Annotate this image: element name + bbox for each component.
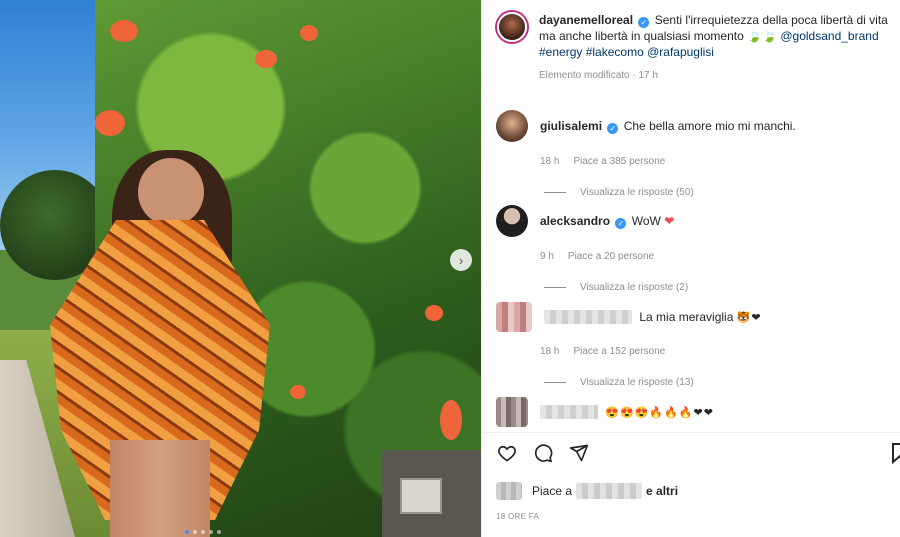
view-replies-button[interactable]: Visualizza le risposte (13) bbox=[544, 377, 890, 388]
comment-bubble-icon[interactable] bbox=[532, 442, 554, 464]
photo-planter-plate bbox=[400, 478, 442, 514]
comment-username[interactable]: giulisalemi bbox=[540, 119, 602, 133]
likes-prefix: Piace a bbox=[532, 484, 573, 498]
carousel-dot bbox=[193, 530, 197, 534]
flower bbox=[255, 50, 277, 68]
caption-body: dayanemelloreal ✓ Senti l'irrequietezza … bbox=[539, 12, 890, 84]
comment-likes[interactable]: Piace a 385 persone bbox=[573, 156, 665, 167]
comment-item: La mia meraviglia 🐯❤ 18 h Piace a 152 pe… bbox=[496, 302, 890, 388]
post-timestamp: 18 ORE FA bbox=[496, 512, 540, 521]
comment-emoji: 🐯❤ bbox=[736, 311, 762, 324]
comment-emoji: ❤ bbox=[664, 214, 675, 228]
flower bbox=[95, 110, 125, 136]
avatar bbox=[496, 482, 522, 500]
flower bbox=[440, 400, 462, 440]
comment-item: 😍😍😍🔥🔥🔥❤❤ bbox=[496, 397, 890, 427]
tag-link[interactable]: #lakecomo bbox=[586, 45, 644, 59]
view-replies-label: Visualizza le risposte (13) bbox=[580, 377, 694, 388]
flower bbox=[300, 25, 318, 41]
replies-line bbox=[544, 382, 566, 383]
carousel-dot bbox=[209, 530, 213, 534]
divider bbox=[482, 432, 900, 433]
bookmark-icon[interactable] bbox=[890, 442, 900, 464]
view-replies-button[interactable]: Visualizza le risposte (50) bbox=[544, 187, 890, 198]
verified-icon: ✓ bbox=[615, 218, 627, 229]
post-photo[interactable]: › bbox=[0, 0, 481, 537]
comments-panel: dayanemelloreal ✓ Senti l'irrequietezza … bbox=[481, 0, 900, 537]
likes-summary[interactable]: Piace a e altri bbox=[496, 482, 678, 500]
carousel-dot bbox=[201, 530, 205, 534]
post-caption: dayanemelloreal ✓ Senti l'irrequietezza … bbox=[496, 12, 890, 84]
comment-item: giulisalemi ✓ Che bella amore mio mi man… bbox=[496, 110, 890, 198]
replies-line bbox=[544, 192, 566, 193]
caption-username[interactable]: dayanemelloreal bbox=[539, 13, 633, 27]
view-replies-label: Visualizza le risposte (50) bbox=[580, 187, 694, 198]
avatar[interactable] bbox=[496, 205, 528, 237]
carousel-dot bbox=[185, 530, 189, 534]
view-replies-label: Visualizza le risposte (2) bbox=[580, 282, 689, 293]
comment-text: WoW bbox=[631, 214, 661, 228]
comment-body: 😍😍😍🔥🔥🔥❤❤ bbox=[540, 404, 714, 421]
post-actions bbox=[496, 442, 900, 464]
carousel-dots bbox=[185, 530, 221, 534]
avatar[interactable] bbox=[496, 110, 528, 142]
comment-likes[interactable]: Piace a 152 persone bbox=[573, 346, 665, 357]
blurred-username[interactable] bbox=[544, 309, 632, 324]
caption-edited: Elemento modificato · 17 h bbox=[539, 70, 658, 81]
comment-text: La mia meraviglia bbox=[639, 309, 734, 324]
flower bbox=[290, 385, 306, 399]
avatar[interactable] bbox=[496, 397, 528, 427]
replies-line bbox=[544, 287, 566, 288]
verified-icon: ✓ bbox=[607, 123, 619, 134]
paper-plane-icon[interactable] bbox=[568, 442, 590, 464]
carousel-dot bbox=[217, 530, 221, 534]
comment-item: alecksandro ✓ WoW ❤ 9 h Piace a 20 perso… bbox=[496, 205, 890, 293]
blurred-username[interactable] bbox=[540, 404, 598, 419]
tag-link[interactable]: @rafapuglisi bbox=[647, 45, 714, 59]
comment-time: 18 h bbox=[540, 156, 560, 167]
likes-suffix: e altri bbox=[646, 484, 679, 498]
photo-person bbox=[40, 140, 280, 537]
flower bbox=[425, 305, 443, 321]
comment-likes[interactable]: Piace a 20 persone bbox=[568, 251, 654, 262]
tag-link[interactable]: #energy bbox=[539, 45, 582, 59]
person-legs bbox=[110, 440, 210, 537]
comment-text: Che bella amore mio mi manchi. bbox=[623, 119, 796, 133]
person-face bbox=[138, 158, 204, 226]
tag-link[interactable]: @goldsand_brand bbox=[780, 29, 878, 43]
comment-username[interactable]: alecksandro bbox=[540, 214, 610, 228]
caption-emoji: 🍃🍃 bbox=[747, 29, 778, 43]
verified-icon: ✓ bbox=[638, 17, 650, 28]
avatar[interactable] bbox=[496, 302, 532, 332]
flower bbox=[110, 20, 138, 42]
comment-body: giulisalemi ✓ Che bella amore mio mi man… bbox=[540, 118, 796, 134]
comment-body: La mia meraviglia 🐯❤ bbox=[544, 309, 762, 326]
comment-emoji: 😍😍😍🔥🔥🔥❤❤ bbox=[605, 406, 714, 419]
comment-body: alecksandro ✓ WoW ❤ bbox=[540, 213, 674, 229]
comment-time: 9 h bbox=[540, 251, 554, 262]
avatar[interactable] bbox=[497, 12, 527, 42]
heart-outline-icon[interactable] bbox=[496, 442, 518, 464]
blurred-username[interactable] bbox=[576, 483, 643, 499]
comment-time: 18 h bbox=[540, 346, 560, 357]
view-replies-button[interactable]: Visualizza le risposte (2) bbox=[544, 282, 890, 293]
chevron-right-icon[interactable]: › bbox=[450, 249, 472, 271]
